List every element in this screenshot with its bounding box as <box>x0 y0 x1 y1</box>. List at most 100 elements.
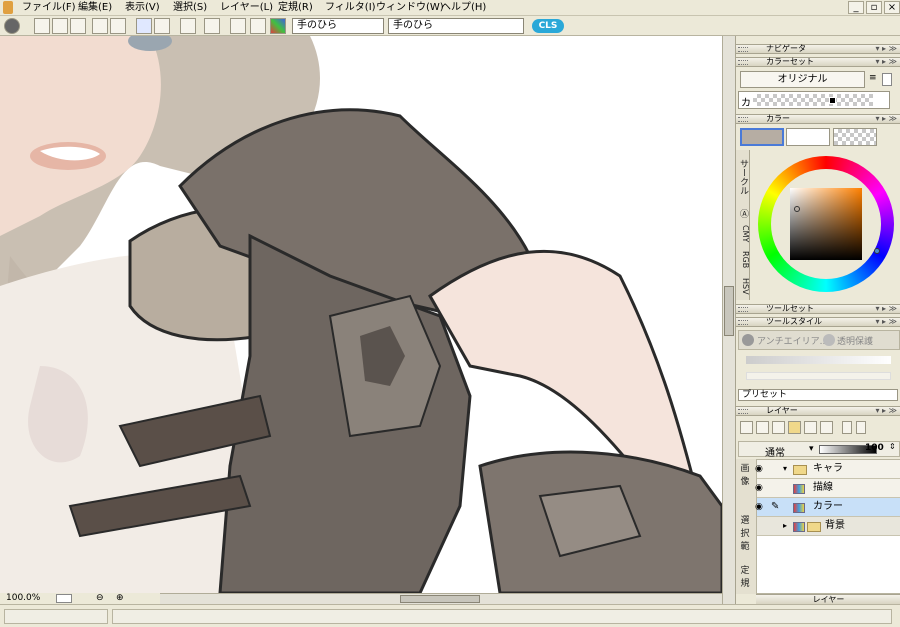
tool-name-field-2[interactable]: 手のひら <box>388 18 524 34</box>
page-icon[interactable] <box>882 73 892 86</box>
tab-ruler[interactable]: 定規 <box>739 563 751 593</box>
vertical-scroll-thumb[interactable] <box>724 286 734 336</box>
tab-cmy[interactable]: CMY <box>736 222 750 246</box>
color-panel-title[interactable]: カラー ▾ ▸ ≫ <box>736 114 900 124</box>
toolstyle-panel-title[interactable]: ツールスタイル ▾ ▸ ≫ <box>736 317 900 327</box>
preset-field[interactable]: プリセット <box>738 389 898 401</box>
close-button[interactable]: × <box>884 1 900 14</box>
camera-icon[interactable] <box>180 18 196 34</box>
undo-icon[interactable] <box>92 18 108 34</box>
menu-file[interactable]: ファイル(F) <box>22 1 76 15</box>
pen-icon[interactable] <box>204 18 220 34</box>
hue-cursor[interactable] <box>874 248 880 254</box>
menu-select[interactable]: 選択(S) <box>173 1 207 15</box>
layer-item-chara[interactable]: ◉ ▾ キャラ <box>755 460 900 479</box>
trash-icon[interactable] <box>820 421 833 434</box>
layer-item-lineart[interactable]: ◉ 描線 <box>755 479 900 498</box>
new-layer-icon[interactable] <box>740 421 753 434</box>
canvas[interactable] <box>0 36 722 593</box>
zoom-in-icon[interactable]: ⊕ <box>116 593 128 604</box>
opacity-stepper-icon[interactable]: ⇕ <box>889 442 896 451</box>
new-vector-layer-icon[interactable] <box>772 421 785 434</box>
colorset-panel-title[interactable]: カラーセット ▾ ▸ ≫ <box>736 57 900 67</box>
blend-mode-dropdown[interactable]: 通常 <box>765 444 785 459</box>
clip-studio-logo[interactable]: CLS <box>532 19 564 33</box>
layer-panel-title[interactable]: レイヤー ▾ ▸ ≫ <box>736 406 900 416</box>
panel-icon[interactable] <box>230 18 246 34</box>
colorset-dropdown[interactable]: オリジナル <box>740 71 865 88</box>
menu-layer[interactable]: レイヤー(L) <box>220 1 273 15</box>
check-panel-icon[interactable] <box>250 18 266 34</box>
zoom-out-icon[interactable]: ⊖ <box>96 593 108 604</box>
new-folder-icon[interactable] <box>788 421 801 434</box>
eye-icon[interactable]: ◉ <box>755 465 767 474</box>
transparent-protect-option[interactable]: 透明保護 <box>837 334 873 347</box>
antialias-option[interactable]: アンチエイリア.. <box>757 334 825 347</box>
tab-image[interactable]: 画像 <box>739 461 751 491</box>
tab-selection[interactable]: 選択範 <box>739 513 751 557</box>
restore-button[interactable]: ▫ <box>866 1 882 14</box>
tab-approx[interactable]: Ⓐ <box>736 206 750 220</box>
color-picker-cursor[interactable] <box>794 206 800 212</box>
main-color-swatch[interactable] <box>740 128 784 146</box>
panel-controls-icon[interactable]: ▾ ▸ ≫ <box>876 58 898 66</box>
tab-circle[interactable]: サークル <box>736 152 750 202</box>
vertical-scrollbar[interactable] <box>722 36 735 604</box>
lock-icon[interactable] <box>842 421 852 434</box>
menu-edit[interactable]: 編集(E) <box>78 1 112 15</box>
brush-density-bar[interactable] <box>746 372 891 380</box>
layer-item-color[interactable]: ◉ ✎ カラー <box>755 498 900 517</box>
deselect-icon[interactable] <box>154 18 170 34</box>
colorset-swatches[interactable]: カ <box>738 91 890 109</box>
eye-icon[interactable]: ◉ <box>755 484 767 493</box>
menu-ruler[interactable]: 定規(R) <box>278 1 313 15</box>
horizontal-scrollbar[interactable] <box>160 593 722 604</box>
copy-layer-icon[interactable] <box>804 421 817 434</box>
tool-name-field-1[interactable]: 手のひら <box>292 18 384 34</box>
chevron-down-icon[interactable]: ▾ <box>783 460 787 478</box>
menu-filter[interactable]: フィルタ(I) <box>325 1 376 15</box>
color-wheel[interactable] <box>758 156 894 292</box>
tab-rgb[interactable]: RGB <box>736 248 750 272</box>
opacity-value[interactable]: 100 <box>865 443 884 453</box>
redo-icon[interactable] <box>110 18 126 34</box>
sub-color-swatch[interactable] <box>786 128 830 146</box>
antialias-icon[interactable] <box>742 334 754 346</box>
layer-list: ◉ ▾ キャラ ◉ 描線 ◉ ✎ カラー ▸ 背景 <box>755 459 900 594</box>
color-panel-icon[interactable] <box>270 18 286 34</box>
panel-controls-icon[interactable]: ▾ ▸ ≫ <box>876 115 898 123</box>
menu-window[interactable]: ウィンドウ(W) <box>376 1 444 15</box>
navigator-panel-title[interactable]: ナビゲータ ▾ ▸ ≫ <box>736 44 900 54</box>
eye-icon[interactable]: ◉ <box>755 503 767 512</box>
new-canvas-icon[interactable] <box>34 18 50 34</box>
menu-help[interactable]: ヘルプ(H) <box>441 1 486 15</box>
swatch-black[interactable] <box>829 97 836 104</box>
chevron-right-icon[interactable]: ▸ <box>783 517 787 535</box>
list-icon[interactable]: ≡ <box>869 73 879 86</box>
new-raster-layer-icon[interactable] <box>756 421 769 434</box>
saturation-value-square[interactable] <box>790 188 862 260</box>
window-icon[interactable] <box>52 18 68 34</box>
split-view-icon[interactable] <box>70 18 86 34</box>
gear-icon[interactable] <box>4 18 20 34</box>
menu-view[interactable]: 表示(V) <box>125 1 160 15</box>
layer-footer-tab[interactable]: レイヤー <box>756 594 900 604</box>
swatch-strip[interactable] <box>753 94 873 106</box>
chevron-down-icon[interactable]: ▾ <box>809 444 814 454</box>
app-icon[interactable] <box>3 1 13 14</box>
transparent-protect-icon[interactable] <box>823 334 835 346</box>
horizontal-scroll-thumb[interactable] <box>400 595 480 603</box>
tab-hsv[interactable]: HSV <box>736 274 750 298</box>
lock-alpha-icon[interactable] <box>856 421 866 434</box>
panel-controls-icon[interactable]: ▾ ▸ ≫ <box>876 318 898 326</box>
panel-controls-icon[interactable]: ▾ ▸ ≫ <box>876 45 898 53</box>
panel-controls-icon[interactable]: ▾ ▸ ≫ <box>876 407 898 415</box>
zoom-slider-handle[interactable] <box>56 594 72 603</box>
transparent-color-swatch[interactable] <box>833 128 877 146</box>
select-all-icon[interactable] <box>136 18 152 34</box>
toolset-panel-title[interactable]: ツールセット ▾ ▸ ≫ <box>736 304 900 314</box>
minimize-button[interactable]: _ <box>848 1 864 14</box>
brush-size-bar[interactable] <box>746 356 891 364</box>
layer-item-background[interactable]: ▸ 背景 <box>757 517 900 536</box>
panel-controls-icon[interactable]: ▾ ▸ ≫ <box>876 305 898 313</box>
